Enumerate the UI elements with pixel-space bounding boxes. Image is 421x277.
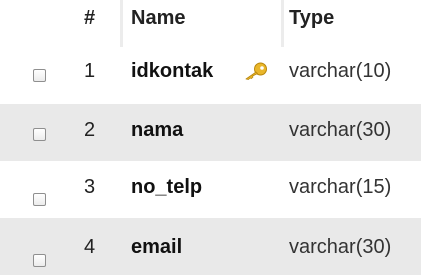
primary-key-icon (245, 62, 267, 80)
column-header-name[interactable]: Name (131, 7, 185, 30)
row-number: 1 (84, 60, 96, 82)
row-checkbox[interactable] (33, 254, 46, 267)
column-divider (120, 0, 123, 47)
column-type: varchar(15) (289, 176, 392, 198)
column-header-number: # (84, 7, 96, 29)
column-name: nama (131, 119, 184, 141)
table-structure: # Name Type 1 idkontak varchar(10) 2 nam… (0, 0, 421, 277)
table-row: 3 no_telp varchar(15) (0, 161, 421, 218)
row-number: 3 (84, 176, 96, 198)
column-header-type[interactable]: Type (289, 7, 334, 30)
column-name: email (131, 236, 183, 258)
column-divider (281, 0, 284, 47)
table-row: 2 nama varchar(30) (0, 104, 421, 161)
table-row: 4 email varchar(30) (0, 218, 421, 275)
row-number: 2 (84, 119, 96, 141)
row-number: 4 (84, 236, 96, 258)
column-type: varchar(10) (289, 60, 392, 82)
column-type: varchar(30) (289, 236, 392, 258)
table-header: # Name Type (0, 0, 421, 47)
column-name: idkontak (131, 60, 214, 82)
row-checkbox[interactable] (33, 128, 46, 141)
column-type: varchar(30) (289, 119, 392, 141)
column-name: no_telp (131, 176, 203, 198)
table-row: 1 idkontak varchar(10) (0, 47, 421, 104)
row-checkbox[interactable] (33, 193, 46, 206)
row-checkbox[interactable] (33, 69, 46, 82)
